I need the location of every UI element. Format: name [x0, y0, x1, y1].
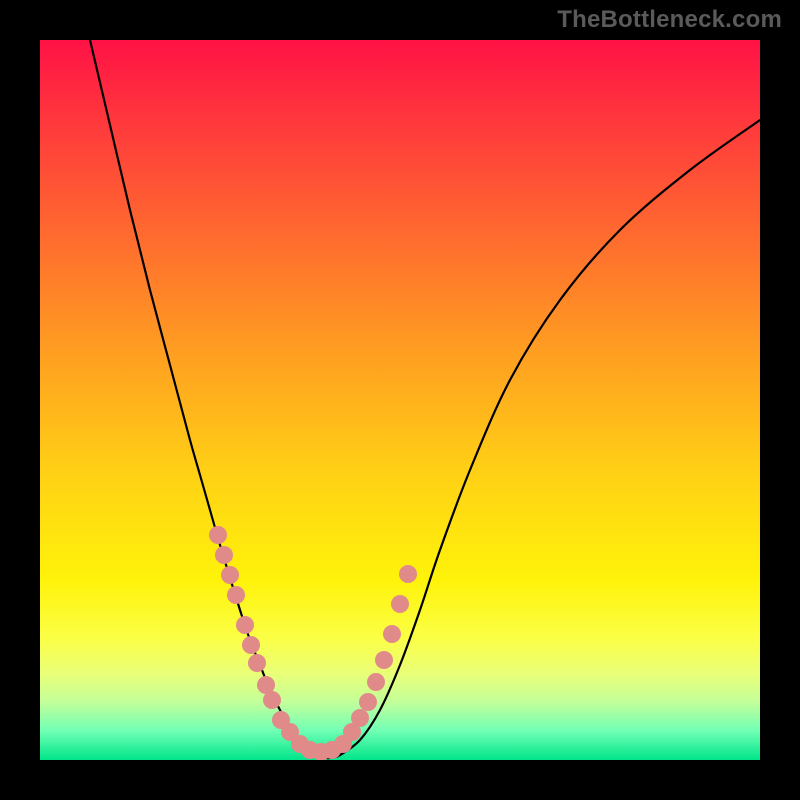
marker-dot — [221, 566, 239, 584]
marker-dot — [242, 636, 260, 654]
marker-dot — [263, 691, 281, 709]
marker-dot — [227, 586, 245, 604]
curve-layer — [40, 40, 760, 760]
marker-dot — [236, 616, 254, 634]
bottleneck-curve — [90, 40, 760, 758]
marker-dot — [359, 693, 377, 711]
chart-frame: TheBottleneck.com — [0, 0, 800, 800]
marker-dot — [215, 546, 233, 564]
marker-dot — [248, 654, 266, 672]
marker-dot — [375, 651, 393, 669]
watermark-text: TheBottleneck.com — [557, 6, 782, 34]
marker-dots — [209, 526, 417, 760]
plot-area — [40, 40, 760, 760]
marker-dot — [391, 595, 409, 613]
marker-dot — [209, 526, 227, 544]
marker-dot — [351, 709, 369, 727]
marker-dot — [383, 625, 401, 643]
marker-dot — [367, 673, 385, 691]
marker-dot — [399, 565, 417, 583]
